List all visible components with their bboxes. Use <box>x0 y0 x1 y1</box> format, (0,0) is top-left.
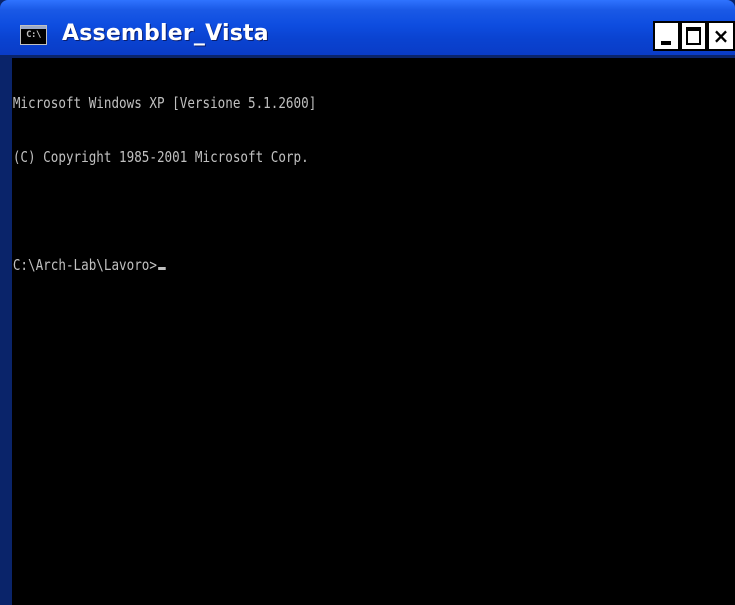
minimize-icon <box>661 41 671 45</box>
text-cursor <box>157 267 166 270</box>
console-window: C:\ Assembler_Vista × Microsoft Windows … <box>0 0 735 605</box>
maximize-button[interactable] <box>680 21 707 51</box>
console-prompt: C:\Arch-Lab\Lavoro> <box>12 256 157 274</box>
window-title: Assembler_Vista <box>62 21 269 46</box>
console-app-icon[interactable]: C:\ <box>20 25 47 45</box>
console-line-copyright: (C) Copyright 1985-2001 Microsoft Corp. <box>12 148 309 166</box>
close-icon: × <box>712 24 730 48</box>
console-prompt-line[interactable]: C:\Arch-Lab\Lavoro> <box>12 256 619 274</box>
close-button[interactable]: × <box>707 21 735 51</box>
title-bar[interactable]: C:\ Assembler_Vista × <box>0 0 735 55</box>
console-line-version: Microsoft Windows XP [Versione 5.1.2600] <box>12 94 317 112</box>
maximize-icon <box>686 27 701 45</box>
console-output[interactable]: Microsoft Windows XP [Versione 5.1.2600]… <box>12 58 735 605</box>
minimize-button[interactable] <box>653 21 680 51</box>
